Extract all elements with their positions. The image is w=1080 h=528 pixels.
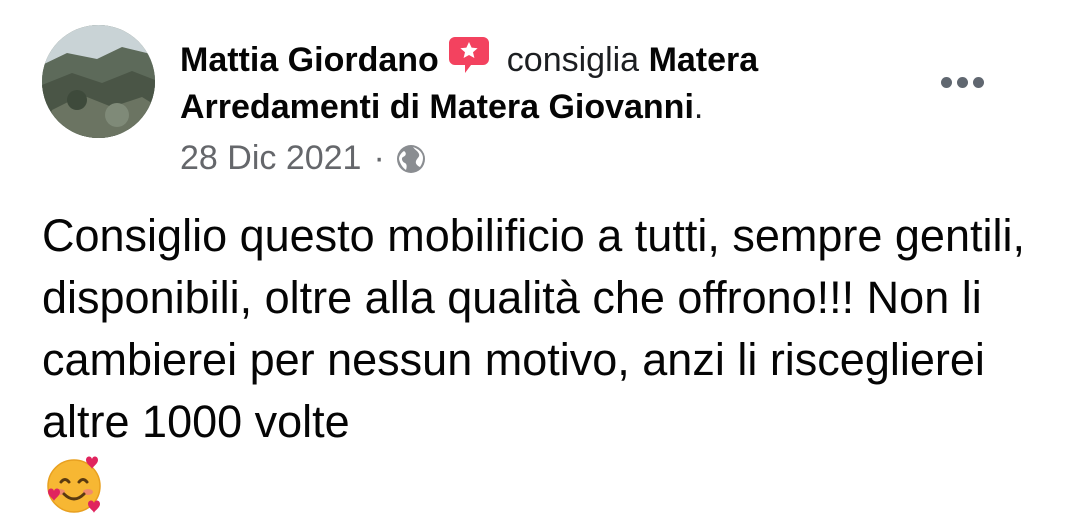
post-body: Consiglio questo mobilificio a tutti, se… [42,210,1025,447]
review-post: Mattia Giordano consiglia Matera Arredame… [0,0,1080,528]
post-header: Mattia Giordano consiglia Matera Arredame… [180,33,900,131]
trailing-period: . [693,88,704,126]
recommend-badge-icon [447,33,491,77]
author-name[interactable]: Mattia Giordano [180,41,439,79]
more-options-icon[interactable] [932,64,992,100]
more-dot [956,76,968,88]
meta-separator: · [373,139,385,177]
avatar-photo [42,25,155,138]
post-date[interactable]: 28 Dic 2021 [180,136,361,180]
smiling-face-with-hearts-emoji [42,452,106,516]
action-text: consiglia [506,41,640,79]
post-meta: 28 Dic 2021 · [180,136,427,180]
author-avatar[interactable] [42,25,155,138]
more-dot [972,76,984,88]
globe-icon [395,142,427,174]
more-dot [940,76,952,88]
